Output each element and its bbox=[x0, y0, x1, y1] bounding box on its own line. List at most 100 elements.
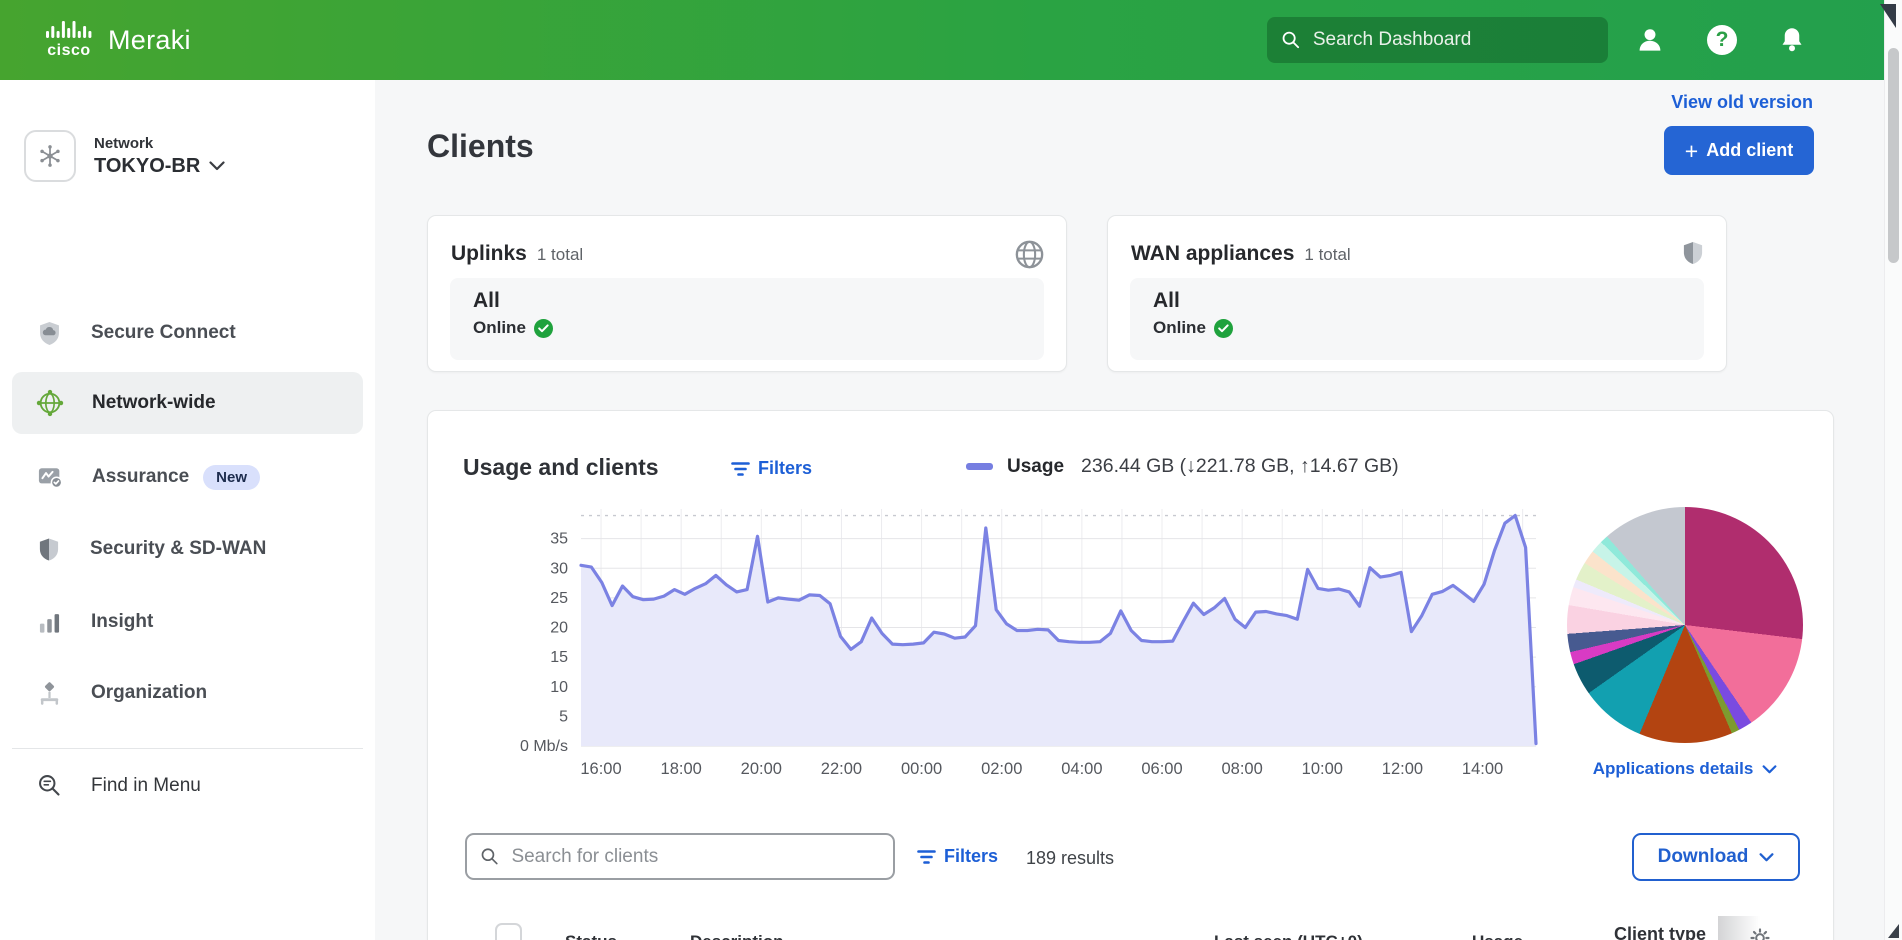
select-all-checkbox[interactable] bbox=[495, 923, 522, 940]
client-search[interactable] bbox=[465, 833, 895, 880]
sidebar-item-label: Assurance bbox=[92, 466, 189, 488]
svg-text:04:00: 04:00 bbox=[1061, 760, 1102, 778]
globe-outline-icon bbox=[1013, 238, 1046, 276]
sidebar-item-security-sdwan[interactable]: Security & SD-WAN bbox=[0, 518, 375, 580]
sidebar-item-network-wide[interactable]: Network-wide bbox=[12, 372, 363, 434]
usage-filters-button[interactable]: Filters bbox=[731, 458, 812, 479]
find-in-menu[interactable]: Find in Menu bbox=[36, 772, 201, 799]
view-old-version-link[interactable]: View old version bbox=[1650, 92, 1813, 113]
meraki-wordmark: Meraki bbox=[108, 25, 191, 56]
add-client-button[interactable]: + Add client bbox=[1664, 126, 1814, 175]
uplinks-count: 1 total bbox=[537, 245, 583, 265]
svg-text:35: 35 bbox=[550, 531, 568, 548]
chevron-down-icon bbox=[209, 161, 225, 171]
uplinks-card: Uplinks 1 total All Online bbox=[427, 215, 1067, 372]
svg-text:10:00: 10:00 bbox=[1302, 760, 1343, 778]
usage-series-swatch bbox=[966, 463, 993, 470]
network-name[interactable]: TOKYO-BR bbox=[94, 155, 225, 178]
sidebar-item-label: Security & SD-WAN bbox=[90, 538, 266, 560]
meraki-dashboard: cisco Meraki ? bbox=[0, 0, 1902, 940]
svg-text:06:00: 06:00 bbox=[1141, 760, 1182, 778]
wan-count: 1 total bbox=[1304, 245, 1350, 265]
download-button[interactable]: Download bbox=[1632, 833, 1800, 881]
page-scrollbar[interactable] bbox=[1884, 0, 1902, 940]
network-selector[interactable]: Network TOKYO-BR bbox=[24, 130, 225, 182]
column-header-status[interactable]: Status bbox=[565, 932, 617, 940]
wan-appliances-card: WAN appliances 1 total All Online bbox=[1107, 215, 1727, 372]
dashboard-search[interactable] bbox=[1267, 17, 1608, 63]
svg-text:12:00: 12:00 bbox=[1382, 760, 1423, 778]
sidebar-item-organization[interactable]: Organization bbox=[0, 662, 375, 724]
user-icon bbox=[1634, 24, 1666, 56]
gear-icon bbox=[1750, 928, 1770, 940]
wan-all-label: All bbox=[1153, 289, 1704, 313]
new-badge: New bbox=[203, 465, 260, 490]
cisco-logo-icon: cisco bbox=[46, 21, 92, 59]
legend-series-name: Usage bbox=[1007, 456, 1064, 478]
uplinks-all-label: All bbox=[473, 289, 1044, 313]
sidebar-item-label: Network-wide bbox=[92, 392, 216, 414]
bar-chart-icon bbox=[36, 609, 63, 636]
svg-text:08:00: 08:00 bbox=[1222, 760, 1263, 778]
network-label: Network bbox=[94, 135, 225, 152]
sidebar-item-insight[interactable]: Insight bbox=[0, 591, 375, 653]
svg-text:15: 15 bbox=[550, 649, 568, 666]
svg-text:02:00: 02:00 bbox=[981, 760, 1022, 778]
applications-pie-chart[interactable] bbox=[1567, 507, 1803, 743]
svg-text:22:00: 22:00 bbox=[821, 760, 862, 778]
account-button[interactable] bbox=[1631, 21, 1669, 59]
column-header-usage[interactable]: Usage bbox=[1472, 932, 1523, 940]
scroll-corner-arrow[interactable] bbox=[1888, 924, 1899, 938]
column-header-description[interactable]: Description bbox=[690, 932, 784, 940]
wan-title: WAN appliances bbox=[1131, 242, 1294, 266]
cisco-bars-icon bbox=[46, 21, 92, 41]
svg-text:00:00: 00:00 bbox=[901, 760, 942, 778]
filter-icon bbox=[917, 849, 936, 865]
chart-shield-icon bbox=[36, 463, 64, 491]
table-settings-button[interactable] bbox=[1750, 928, 1770, 940]
client-search-input[interactable] bbox=[509, 845, 880, 869]
sidebar: Network TOKYO-BR Secure Connect bbox=[0, 80, 375, 940]
shield-icon bbox=[1680, 238, 1706, 273]
mouse-cursor bbox=[1880, 4, 1896, 28]
usage-line-chart[interactable]: 35302520151050 Mb/s16:0018:0020:0022:000… bbox=[486, 499, 1546, 799]
network-hub-icon bbox=[24, 130, 76, 182]
filter-icon bbox=[731, 461, 750, 477]
dashboard-search-input[interactable] bbox=[1311, 28, 1594, 52]
clients-table-header: Status Description Last seen (UTC+0) Usa… bbox=[428, 916, 1834, 940]
applications-details-link[interactable]: Applications details bbox=[1567, 759, 1803, 779]
search-icon bbox=[480, 846, 499, 867]
notifications-button[interactable] bbox=[1773, 21, 1811, 59]
sidebar-item-secure-connect[interactable]: Secure Connect bbox=[0, 302, 375, 364]
usage-section-title: Usage and clients bbox=[463, 454, 659, 481]
top-navigation-bar: cisco Meraki ? bbox=[0, 0, 1902, 80]
sidebar-item-label: Insight bbox=[91, 611, 153, 633]
svg-text:18:00: 18:00 bbox=[661, 760, 702, 778]
chevron-down-icon bbox=[1762, 765, 1777, 774]
svg-text:20:00: 20:00 bbox=[741, 760, 782, 778]
online-check-icon bbox=[534, 319, 553, 338]
svg-text:14:00: 14:00 bbox=[1462, 760, 1503, 778]
svg-text:25: 25 bbox=[550, 590, 568, 607]
scrollbar-thumb[interactable] bbox=[1888, 48, 1899, 263]
svg-text:5: 5 bbox=[559, 708, 568, 725]
find-in-menu-label: Find in Menu bbox=[91, 775, 201, 797]
shield-split-icon bbox=[36, 536, 62, 563]
column-header-last-seen[interactable]: Last seen (UTC+0) bbox=[1214, 932, 1363, 940]
find-search-icon bbox=[36, 772, 63, 799]
column-header-client-type[interactable]: Client type bbox=[1614, 924, 1706, 940]
uplinks-summary-row[interactable]: All Online bbox=[450, 278, 1044, 360]
svg-text:0 Mb/s: 0 Mb/s bbox=[520, 738, 568, 755]
wan-summary-row[interactable]: All Online bbox=[1130, 278, 1704, 360]
globe-icon bbox=[36, 389, 64, 417]
usage-and-clients-card: Usage and clients Filters Usage 236.44 G… bbox=[427, 410, 1834, 940]
sidebar-item-label: Organization bbox=[91, 682, 207, 704]
help-button[interactable]: ? bbox=[1703, 21, 1741, 59]
bell-icon bbox=[1777, 25, 1807, 55]
client-filters-button[interactable]: Filters bbox=[917, 846, 998, 867]
sidebar-item-assurance[interactable]: Assurance New bbox=[0, 446, 375, 508]
brand-logo[interactable]: cisco Meraki bbox=[46, 21, 191, 59]
online-check-icon bbox=[1214, 319, 1233, 338]
svg-text:10: 10 bbox=[550, 679, 568, 696]
wan-status-label: Online bbox=[1153, 318, 1206, 338]
